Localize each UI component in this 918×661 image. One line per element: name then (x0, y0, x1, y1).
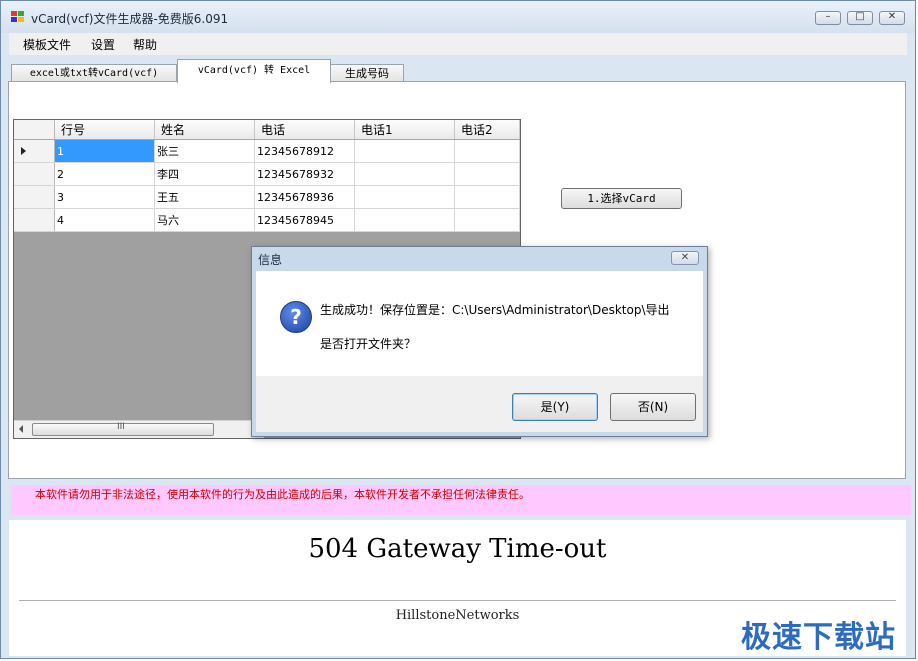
menu-template-file[interactable]: 模板文件 (23, 36, 71, 53)
dialog-body: ? 生成成功！保存位置是：C:\Users\Administrator\Desk… (256, 271, 703, 376)
table-cell[interactable] (454, 139, 520, 163)
column-header-phone2[interactable]: 电话2 (454, 120, 520, 140)
yes-button[interactable]: 是(Y) (512, 393, 598, 421)
table-cell[interactable] (354, 162, 455, 186)
scrollbar-thumb[interactable]: III (32, 422, 214, 436)
table-cell[interactable]: 3 (54, 185, 155, 209)
window-title: vCard(vcf)文件生成器-免费版6.091 (31, 12, 229, 26)
table-cell[interactable]: 王五 (154, 185, 255, 209)
minimize-icon: – (825, 11, 831, 22)
dialog-message-line1: 生成成功！保存位置是：C:\Users\Administrator\Deskto… (320, 303, 670, 317)
disclaimer-banner: 本软件请勿用于非法途径，使用本软件的行为及由此造成的后果，本软件开发者不承担任何… (11, 485, 911, 515)
no-button[interactable]: 否(N) (610, 393, 696, 421)
select-vcard-button[interactable]: 1.选择vCard (561, 188, 682, 209)
column-header-row-number[interactable]: 行号 (54, 120, 155, 140)
question-icon: ? (280, 301, 312, 333)
table-row[interactable]: 3 王五 12345678936 (14, 185, 520, 209)
row-header-corner (14, 120, 55, 140)
table-cell[interactable] (354, 208, 455, 232)
dialog-footer: 是(Y) 否(N) (256, 376, 703, 432)
close-icon: ✕ (887, 11, 897, 22)
horizontal-scrollbar[interactable]: III (14, 420, 264, 438)
table-cell[interactable]: 4 (54, 208, 155, 232)
row-header[interactable] (14, 162, 55, 186)
minimize-button[interactable]: – (815, 11, 841, 25)
menu-settings[interactable]: 设置 (91, 36, 115, 53)
table-cell[interactable]: 李四 (154, 162, 255, 186)
grid-header-row: 行号 姓名 电话 电话1 电话2 (14, 120, 520, 140)
dialog-close-button[interactable]: ✕ (671, 251, 699, 265)
menu-bar: 模板文件 设置 帮助 (9, 33, 907, 55)
table-cell[interactable]: 马六 (154, 208, 255, 232)
table-cell[interactable]: 2 (54, 162, 155, 186)
tab-vcard-to-excel[interactable]: vCard(vcf) 转 Excel (177, 59, 331, 83)
watermark-logo: 极速下载站 (741, 620, 896, 655)
dialog-message-line2: 是否打开文件夹？ (320, 337, 417, 351)
tab-strip: excel或txt转vCard(vcf) vCard(vcf) 转 Excel … (9, 59, 907, 83)
divider (19, 600, 896, 601)
table-cell[interactable] (354, 185, 455, 209)
column-header-phone[interactable]: 电话 (254, 120, 355, 140)
column-header-phone1[interactable]: 电话1 (354, 120, 455, 140)
menu-help[interactable]: 帮助 (133, 36, 157, 53)
row-header[interactable] (14, 208, 55, 232)
row-header[interactable] (14, 139, 55, 163)
table-cell[interactable]: 张三 (154, 139, 255, 163)
disclaimer-text: 本软件请勿用于非法途径，使用本软件的行为及由此造成的后果，本软件开发者不承担任何… (35, 488, 530, 501)
table-row[interactable]: 1 张三 12345678912 (14, 139, 520, 163)
table-cell[interactable]: 12345678932 (254, 162, 355, 186)
table-cell[interactable]: 12345678945 (254, 208, 355, 232)
table-cell[interactable] (354, 139, 455, 163)
table-row[interactable]: 2 李四 12345678932 (14, 162, 520, 186)
tab-generate-numbers[interactable]: 生成号码 (330, 64, 404, 82)
grid-table: 行号 姓名 电话 电话1 电话2 1 张三 12345678912 2 李四 1… (14, 120, 520, 232)
scroll-left-arrow-icon[interactable] (19, 425, 23, 433)
table-cell[interactable]: 12345678936 (254, 185, 355, 209)
maximize-button[interactable]: □ (847, 11, 873, 25)
current-row-arrow-icon (21, 146, 26, 155)
table-row[interactable]: 4 马六 12345678945 (14, 208, 520, 232)
title-bar[interactable]: vCard(vcf)文件生成器-免费版6.091 – □ ✕ (1, 1, 915, 33)
grip-icon: III (117, 422, 125, 432)
table-cell[interactable] (454, 185, 520, 209)
column-header-name[interactable]: 姓名 (154, 120, 255, 140)
table-cell[interactable]: 1 (54, 139, 155, 163)
maximize-icon: □ (855, 11, 865, 22)
app-icon (11, 11, 25, 23)
info-dialog: 信息 ✕ ? 生成成功！保存位置是：C:\Users\Administrator… (251, 246, 708, 437)
tab-excel-to-vcard[interactable]: excel或txt转vCard(vcf) (11, 64, 177, 82)
table-cell[interactable] (454, 208, 520, 232)
row-header[interactable] (14, 185, 55, 209)
table-cell[interactable] (454, 162, 520, 186)
table-cell[interactable]: 12345678912 (254, 139, 355, 163)
dialog-title: 信息 (258, 253, 283, 267)
error-title: 504 Gateway Time-out (308, 534, 607, 564)
close-button[interactable]: ✕ (879, 11, 905, 25)
